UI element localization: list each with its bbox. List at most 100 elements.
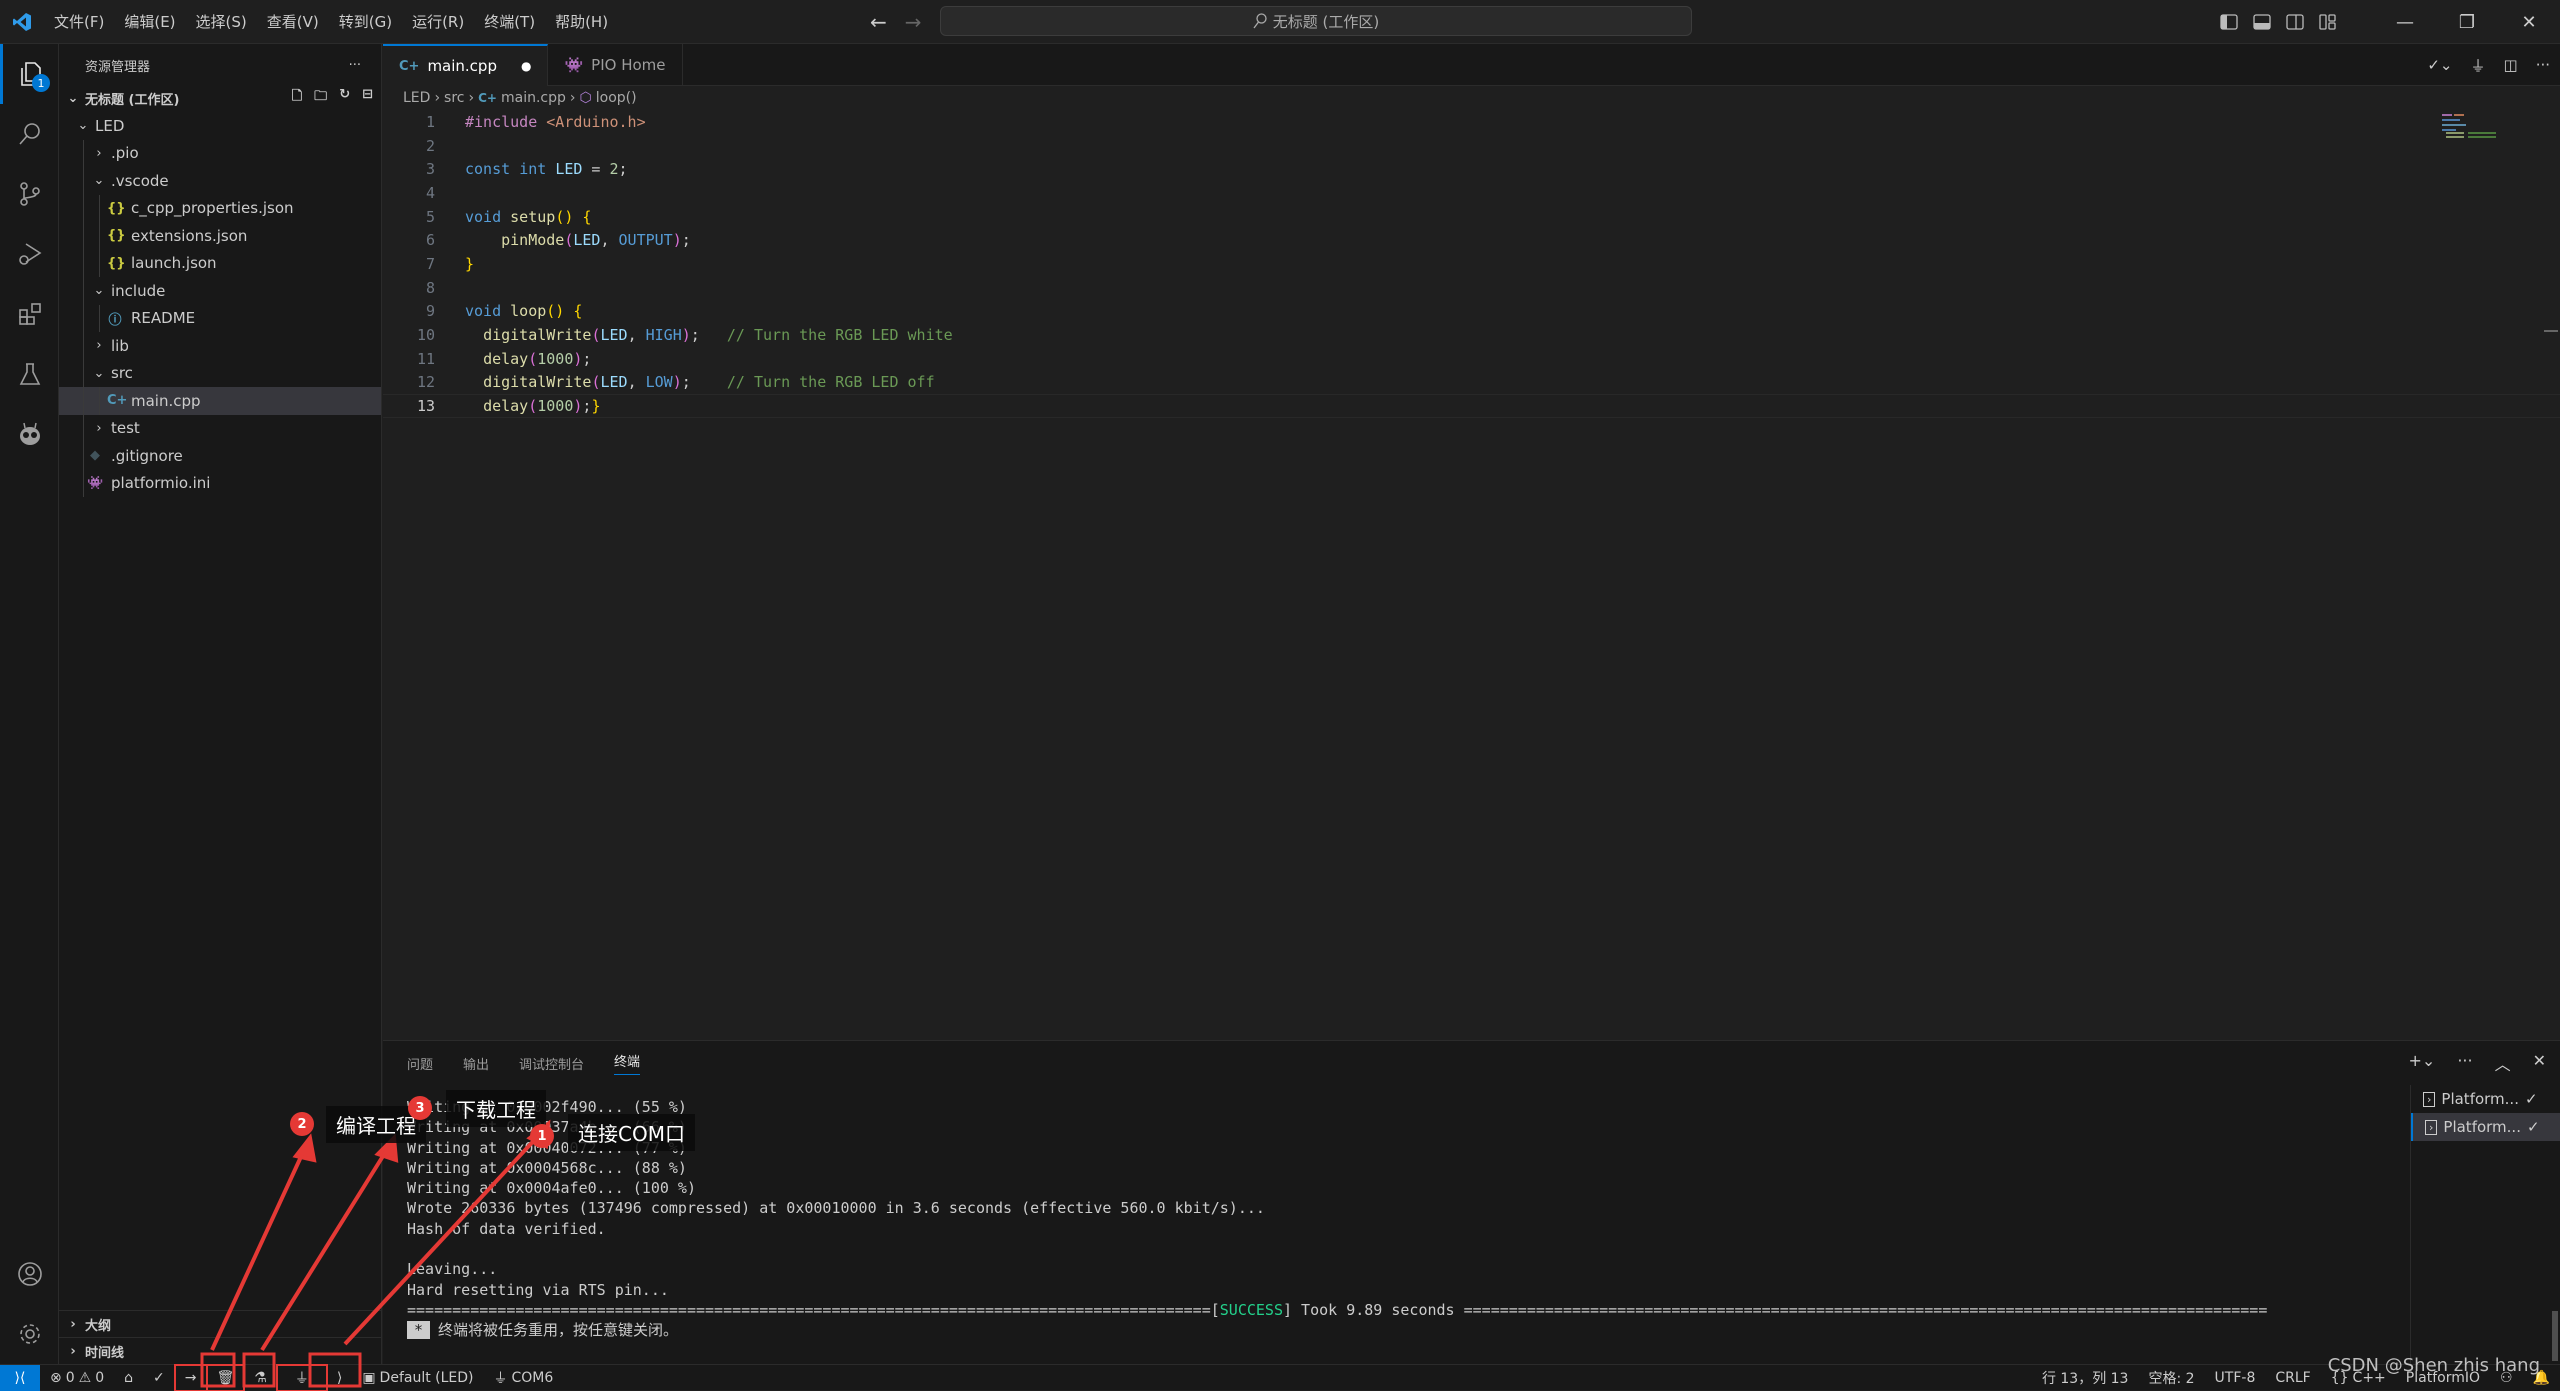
menu-file[interactable]: 文件(F) xyxy=(44,0,114,44)
tree-folder[interactable]: ⌄ include xyxy=(59,277,381,305)
code-line[interactable]: 3 const int LED = 2; xyxy=(383,157,2560,181)
command-center[interactable]: 无标题 (工作区) xyxy=(940,6,1692,36)
problems-status[interactable]: ⊗ 0 ⚠ 0 xyxy=(40,1365,114,1391)
panel-tab-debug-console[interactable]: 调试控制台 xyxy=(519,1054,584,1073)
explorer-more-button[interactable]: ··· xyxy=(349,58,361,73)
build-check-icon[interactable]: ✓⌄ xyxy=(2427,56,2452,74)
breadcrumb-led[interactable]: LED xyxy=(403,90,430,106)
code-editor[interactable]: 1 #include <Arduino.h> 2 3 const int LED = 2… xyxy=(383,110,2560,418)
code-line[interactable]: 2 xyxy=(383,134,2560,158)
pio-clean-button[interactable]: 🗑 xyxy=(205,1363,246,1391)
pio-serial-monitor-button[interactable]: ⏚ xyxy=(275,1363,328,1391)
code-line[interactable]: 13 delay(1000);} xyxy=(383,394,2560,418)
breadcrumb-src[interactable]: src xyxy=(444,90,464,106)
new-file-icon[interactable]: 🗋 xyxy=(292,87,302,109)
tree-file[interactable]: {} c_cpp_properties.json xyxy=(59,194,381,222)
code-line[interactable]: 4 xyxy=(383,181,2560,205)
pio-port-selector[interactable]: ⏚ COM6 xyxy=(484,1365,564,1391)
close-window-button[interactable]: ✕ xyxy=(2498,0,2560,44)
pio-terminal-button[interactable]: ⟩ xyxy=(327,1365,352,1391)
dirty-indicator-icon[interactable]: ● xyxy=(521,59,531,73)
activity-source-control[interactable] xyxy=(0,164,59,224)
menu-terminal[interactable]: 终端(T) xyxy=(474,0,545,44)
tab-main-cpp[interactable]: C+ main.cpp ● xyxy=(383,44,549,86)
maximize-panel-icon[interactable]: ︿ xyxy=(2495,1051,2511,1075)
menu-go[interactable]: 转到(G) xyxy=(329,0,402,44)
forward-arrow-icon[interactable]: → xyxy=(905,10,922,34)
tree-folder[interactable]: ⌄ LED xyxy=(59,112,381,140)
tree-file[interactable]: ◆ .gitignore xyxy=(59,442,381,470)
pio-test-button[interactable]: ⚗ xyxy=(244,1365,277,1391)
pio-home-button[interactable]: ⌂ xyxy=(114,1365,143,1391)
menu-view[interactable]: 查看(V) xyxy=(257,0,329,44)
code-line[interactable]: 8 xyxy=(383,276,2560,300)
activity-extensions[interactable] xyxy=(0,284,59,344)
code-line[interactable]: 11 delay(1000); xyxy=(383,347,2560,371)
terminal-instance[interactable]: › Platform... ✓ xyxy=(2411,1113,2560,1141)
toggle-primary-sidebar-icon[interactable] xyxy=(2212,0,2245,44)
code-line[interactable]: 10 digitalWrite(LED, HIGH); // Turn the … xyxy=(383,323,2560,347)
pio-build-button[interactable]: ✓ xyxy=(143,1365,175,1391)
toggle-secondary-sidebar-icon[interactable] xyxy=(2278,0,2311,44)
tree-file[interactable]: ⓘ README xyxy=(59,304,381,332)
tree-file[interactable]: C+ main.cpp xyxy=(59,387,381,415)
cursor-position[interactable]: 行 13，列 13 xyxy=(2032,1365,2139,1391)
timeline-section[interactable]: › 时间线 xyxy=(59,1337,382,1364)
restore-button[interactable]: ❐ xyxy=(2436,0,2498,44)
encoding[interactable]: UTF-8 xyxy=(2205,1365,2266,1391)
split-editor-icon[interactable]: ◫ xyxy=(2504,56,2518,74)
tree-folder[interactable]: › lib xyxy=(59,332,381,360)
code-line[interactable]: 9 void loop() { xyxy=(383,300,2560,324)
code-line[interactable]: 7} xyxy=(383,252,2560,276)
code-line[interactable]: 1 #include <Arduino.h> xyxy=(383,110,2560,134)
tree-folder[interactable]: ⌄ .vscode xyxy=(59,167,381,195)
outline-section[interactable]: › 大纲 xyxy=(59,1310,382,1337)
indentation[interactable]: 空格: 2 xyxy=(2138,1365,2204,1391)
tree-file[interactable]: {} extensions.json xyxy=(59,222,381,250)
pio-env-selector[interactable]: ▣ Default (LED) xyxy=(352,1365,483,1391)
toggle-panel-icon[interactable] xyxy=(2245,0,2278,44)
activity-accounts[interactable] xyxy=(0,1244,59,1304)
breadcrumb-symbol[interactable]: loop() xyxy=(596,90,637,106)
collapse-all-icon[interactable]: ⊟ xyxy=(362,87,373,109)
serial-monitor-plug-icon[interactable]: ⏚ xyxy=(2470,55,2485,76)
panel-tab-terminal[interactable]: 终端 xyxy=(614,1051,641,1075)
menu-help[interactable]: 帮助(H) xyxy=(545,0,618,44)
workspace-header[interactable]: ⌄ 无标题 (工作区) 🗋 🗀 ↻ ⊟ xyxy=(59,86,381,110)
tree-file[interactable]: {} launch.json xyxy=(59,249,381,277)
customize-layout-icon[interactable] xyxy=(2311,0,2344,44)
activity-testing[interactable] xyxy=(0,344,59,404)
back-arrow-icon[interactable]: ← xyxy=(870,10,887,34)
minimap[interactable] xyxy=(2440,114,2500,154)
new-folder-icon[interactable]: 🗀 xyxy=(314,87,327,109)
code-line[interactable]: 6 pinMode(LED, OUTPUT); xyxy=(383,228,2560,252)
tree-file[interactable]: 👾 platformio.ini xyxy=(59,469,381,497)
menu-run[interactable]: 运行(R) xyxy=(402,0,474,44)
minimize-button[interactable]: — xyxy=(2374,0,2436,44)
breadcrumb-file[interactable]: main.cpp xyxy=(501,90,566,106)
tab-pio-home[interactable]: 👾 PIO Home xyxy=(548,44,683,86)
tree-folder[interactable]: › .pio xyxy=(59,139,381,167)
editor-scrollbar[interactable] xyxy=(2544,330,2558,332)
refresh-icon[interactable]: ↻ xyxy=(339,87,350,109)
panel-scrollbar[interactable] xyxy=(2552,1311,2558,1361)
end-of-line[interactable]: CRLF xyxy=(2265,1365,2320,1391)
remote-indicator[interactable]: ⟩⟨ xyxy=(0,1364,40,1391)
activity-explorer[interactable]: 1 xyxy=(0,44,59,104)
panel-tab-output[interactable]: 输出 xyxy=(463,1054,489,1073)
tree-folder[interactable]: › test xyxy=(59,414,381,442)
activity-manage[interactable] xyxy=(0,1304,59,1364)
tree-folder[interactable]: ⌄ src xyxy=(59,359,381,387)
close-panel-icon[interactable]: ✕ xyxy=(2533,1051,2546,1075)
pio-upload-button[interactable]: → xyxy=(173,1363,208,1391)
panel-tab-problems[interactable]: 问题 xyxy=(407,1054,433,1073)
more-actions-icon[interactable]: ··· xyxy=(2536,56,2550,74)
code-line[interactable]: 12 digitalWrite(LED, LOW); // Turn the R… xyxy=(383,371,2560,395)
menu-selection[interactable]: 选择(S) xyxy=(186,0,257,44)
activity-run-debug[interactable] xyxy=(0,224,59,284)
code-line[interactable]: 5 void setup() { xyxy=(383,205,2560,229)
activity-platformio[interactable] xyxy=(0,404,59,464)
new-terminal-icon[interactable]: +⌄ xyxy=(2409,1051,2436,1075)
activity-search[interactable] xyxy=(0,104,59,164)
terminal-instance[interactable]: › Platform... ✓ xyxy=(2411,1085,2560,1113)
